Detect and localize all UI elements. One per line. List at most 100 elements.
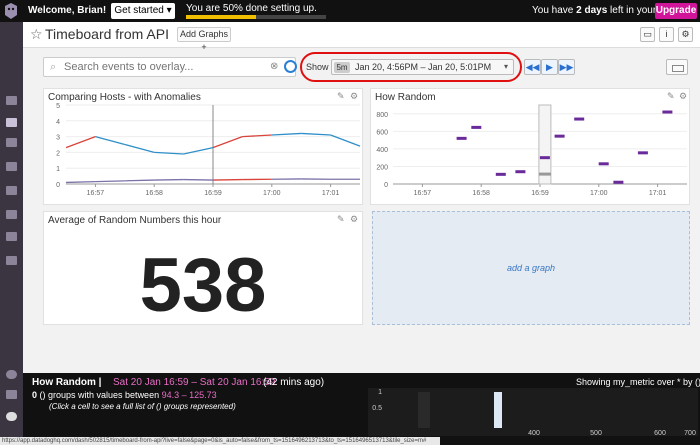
data-point [637, 151, 648, 155]
random-widget[interactable]: How Random ✎ ⚙ 800 600 400 200 0 16:57 16:58 16… [370, 88, 690, 205]
data-point [495, 172, 506, 176]
setup-progress[interactable]: You are 50% done setting up. [186, 2, 326, 20]
get-started-button[interactable]: Get started ▾ [111, 3, 175, 19]
series-segment [301, 132, 331, 136]
pencil-icon[interactable]: ✎ [337, 214, 345, 225]
monitors-icon[interactable] [6, 162, 17, 171]
panel-title: How Random | [32, 377, 102, 388]
settings-icon[interactable] [6, 390, 17, 399]
progress-fill [186, 15, 256, 19]
status-url: https://app.datadoghq.com/dash/502815/ti… [0, 437, 440, 445]
widget-title: Average of Random Numbers this hour [48, 215, 222, 226]
x-tick-label: 400 [528, 430, 540, 436]
avatar[interactable] [6, 412, 17, 421]
distribution-chart[interactable]: 1 0.5 400 500 600 700 [368, 388, 698, 436]
integrations-icon[interactable] [6, 210, 17, 219]
x-tick-label: 500 [590, 430, 602, 436]
average-widget[interactable]: Average of Random Numbers this hour ✎ ⚙ … [43, 211, 363, 328]
y-tick-label: 200 [376, 164, 388, 171]
search-icon: ⌕ [50, 61, 57, 73]
x-tick-label: 600 [654, 430, 666, 436]
distribution-svg: 1 0.5 400 500 600 700 [372, 389, 696, 436]
panel-hint: (Click a cell to see a full list of () g… [49, 402, 236, 411]
back-button[interactable]: ◀◀ [524, 59, 541, 75]
setup-progress-text: You are 50% done setting up. [186, 3, 317, 14]
x-tick-label: 16:59 [531, 190, 549, 197]
event-search-box[interactable]: ⌕ ⊗ [43, 57, 297, 77]
metrics-icon[interactable] [6, 118, 17, 127]
play-button[interactable]: ▶ [541, 59, 558, 75]
show-label: Show [306, 62, 329, 72]
welcome-text: Welcome, Brian! [28, 5, 107, 16]
x-tick-label: 17:00 [590, 190, 608, 197]
dashboard-icon[interactable] [6, 96, 17, 105]
timeframe-badge: 5m [334, 62, 350, 73]
random-chart: 800 600 400 200 0 16:57 16:58 16:59 17:00 17:01 [376, 104, 687, 197]
x-tick-label: 17:01 [322, 190, 340, 197]
groups-summary: 0 () groups with values between 94.3 – 1… [32, 390, 217, 400]
y-tick-label: 3 [56, 135, 60, 142]
series-segment [95, 180, 125, 183]
hosts-widget[interactable]: Comparing Hosts - with Anomalies ✎ ⚙ 543… [43, 88, 363, 205]
series-segment [124, 143, 155, 154]
series-segment [212, 135, 243, 149]
showing-label: Showing my_metric over * by (): [576, 377, 700, 387]
gear-icon[interactable]: ⚙ [350, 214, 358, 225]
chevron-down-icon: ▾ [504, 62, 509, 71]
forward-button[interactable]: ▶▶ [558, 59, 575, 75]
dashboard-header: ☆ Timeboard from API Add Graphs + ▭ i ⚙ [23, 22, 700, 52]
logs-icon[interactable] [6, 232, 17, 241]
data-point [613, 180, 624, 184]
notebooks-icon[interactable] [6, 256, 17, 265]
info-icon[interactable]: i [659, 27, 674, 42]
data-point [539, 156, 550, 160]
keyboard-icon[interactable] [666, 59, 688, 75]
y-tick-label: 400 [376, 147, 388, 154]
x-tick-label: 16:59 [204, 190, 222, 197]
tv-mode-icon[interactable]: ▭ [640, 27, 655, 42]
y-tick-label: 1 [56, 166, 60, 173]
datadog-logo-icon[interactable] [0, 0, 22, 22]
series-segment [95, 135, 125, 146]
y-tick-label: 0 [384, 182, 388, 189]
add-graph-placeholder[interactable]: add a graph [372, 211, 690, 325]
y-tick-label: 2 [56, 150, 60, 157]
x-tick-label: 17:01 [649, 190, 667, 197]
series-segment [271, 132, 302, 136]
selected-bucket-marker [538, 172, 551, 176]
sync-icon[interactable] [284, 60, 297, 73]
star-icon[interactable]: ☆ [30, 26, 43, 43]
series-segment [124, 179, 155, 182]
page-title: Timeboard from API [45, 26, 169, 42]
selected-bucket [538, 104, 552, 185]
clear-icon[interactable]: ⊗ [270, 61, 278, 72]
y-tick-label: 600 [376, 129, 388, 136]
series-segment [65, 135, 96, 149]
x-tick-label: 16:58 [145, 190, 163, 197]
gear-icon[interactable]: ⚙ [678, 27, 693, 42]
y-tick-label: 800 [376, 112, 388, 119]
y-tick-label: 4 [56, 119, 60, 126]
groups-range: 94.3 – 125.73 [161, 390, 217, 400]
y-tick-label: 1 [378, 389, 382, 396]
add-graphs-button[interactable]: Add Graphs + [177, 27, 231, 52]
series-segment [65, 180, 96, 184]
timeframe-select[interactable]: 5m Jan 20, 4:56PM – Jan 20, 5:01PM ▾ [331, 59, 514, 75]
data-point [515, 170, 526, 174]
help-icon[interactable] [6, 370, 17, 379]
x-tick-label: 16:58 [472, 190, 490, 197]
data-point [471, 125, 482, 129]
apm-icon[interactable] [6, 186, 17, 195]
panel-ago: (42 mins ago) [263, 377, 325, 388]
data-point [456, 136, 467, 140]
upgrade-button[interactable]: Upgrade [655, 3, 697, 19]
search-input[interactable] [64, 60, 264, 74]
infrastructure-icon[interactable] [6, 138, 17, 147]
data-point [574, 117, 585, 121]
hosts-chart: 5 4 3 2 1 0 16:57 16:58 16:59 17:00 17:01 [56, 103, 361, 197]
timeframe-range: Jan 20, 4:56PM – Jan 20, 5:01PM [355, 62, 492, 72]
top-bar: Welcome, Brian! Get started ▾ You are 50… [0, 0, 700, 22]
y-tick-label: 0 [56, 182, 60, 189]
distribution-highlight [494, 392, 502, 428]
y-tick-label: 5 [56, 103, 60, 110]
